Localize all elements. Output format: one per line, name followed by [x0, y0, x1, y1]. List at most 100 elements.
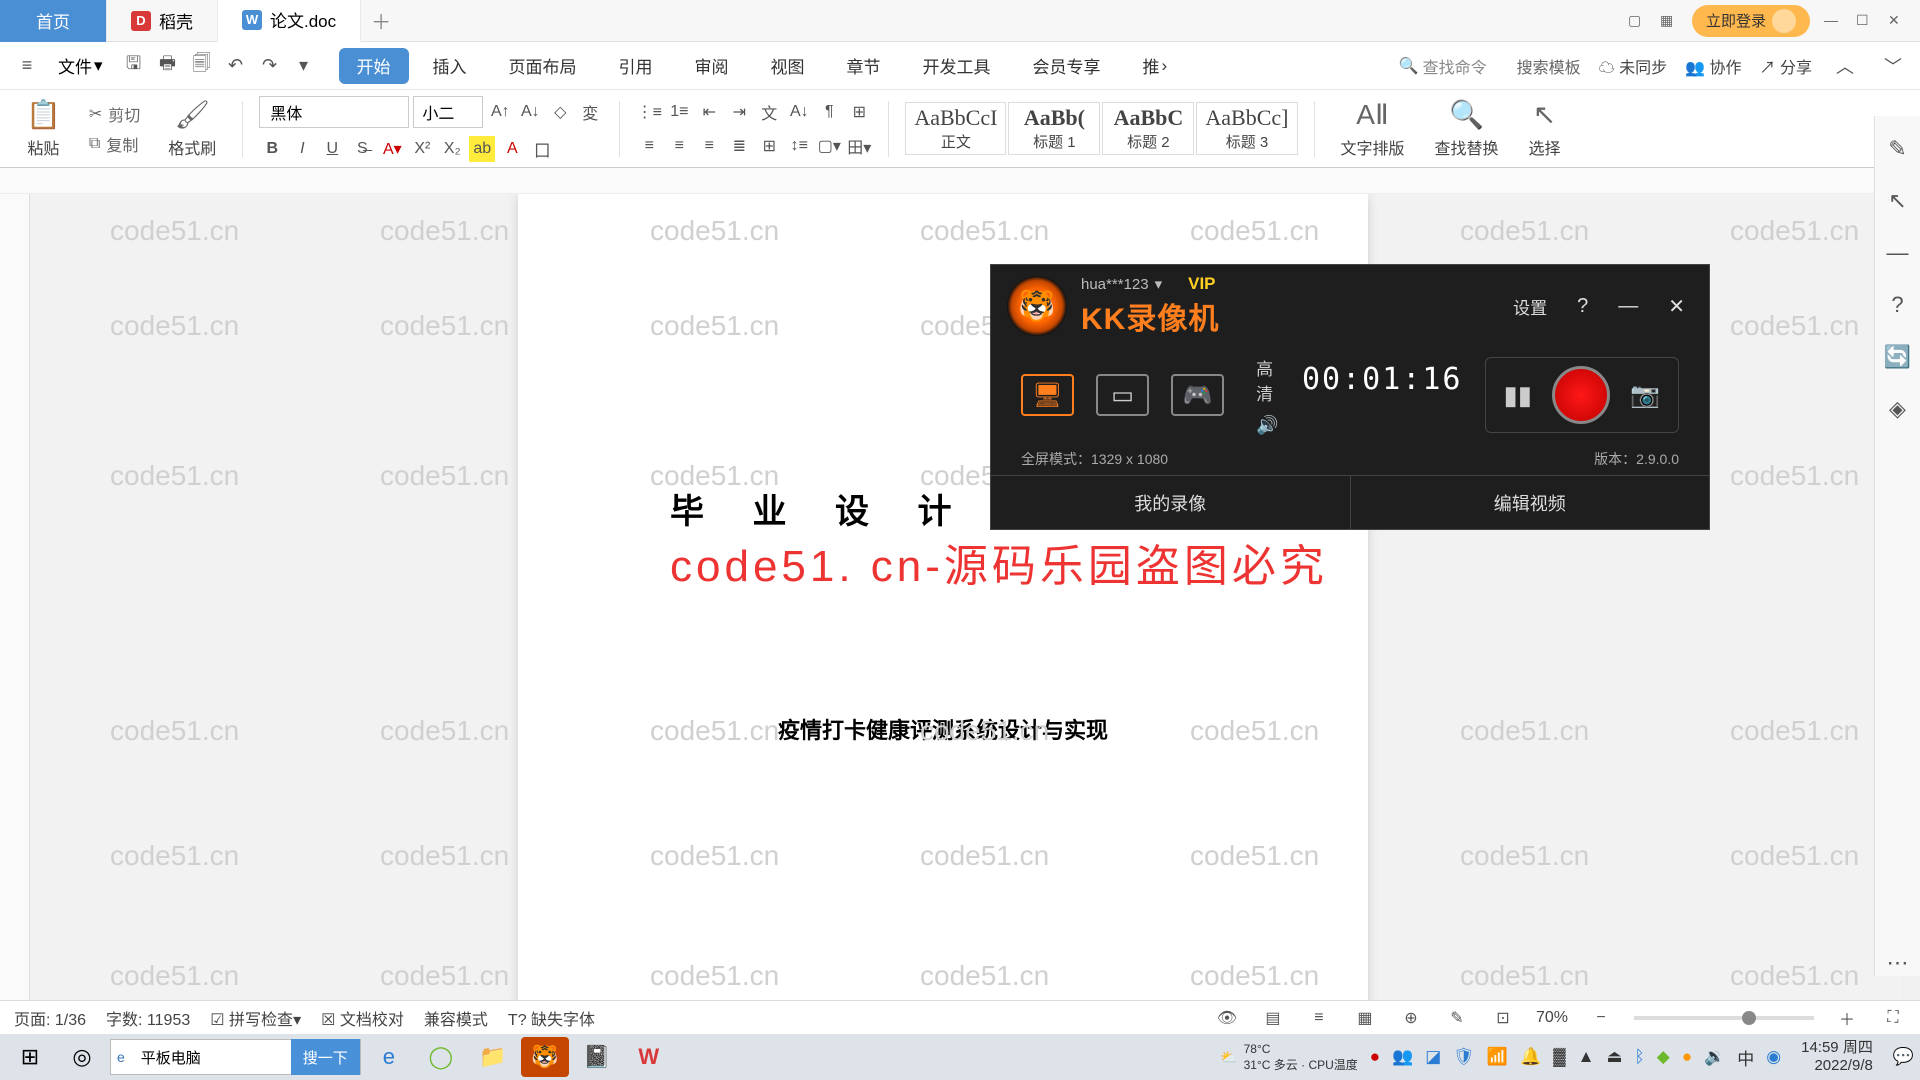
tray-wifi-icon[interactable]: 📶 — [1487, 1047, 1508, 1067]
layout-icon[interactable]: ▢ — [1628, 12, 1646, 30]
notepad-icon[interactable]: 📓 — [573, 1037, 621, 1077]
tab-home[interactable]: 首页 — [0, 0, 107, 42]
shrink-font-icon[interactable]: A↓ — [517, 99, 543, 125]
clear-format-icon[interactable]: ◇ — [547, 99, 573, 125]
subscript-button[interactable]: X₂ — [439, 136, 465, 162]
search-template[interactable]: 搜索模板 — [1505, 54, 1593, 78]
align-left-icon[interactable]: ≡ — [636, 133, 662, 159]
tray-icon[interactable]: ▓ — [1553, 1047, 1565, 1067]
justify-icon[interactable]: ≣ — [726, 133, 752, 159]
mtab-review[interactable]: 审阅 — [677, 48, 747, 84]
collapse-up-icon[interactable]: ︿ — [1830, 51, 1860, 81]
share-button[interactable]: ↗ 分享 — [1760, 54, 1812, 78]
tray-sound-icon[interactable]: 🔉 — [1704, 1047, 1725, 1067]
kk-titlebar[interactable]: 🐯 hua***123 ▾ VIP KK录像机 设置 ? — ✕ — [991, 265, 1709, 347]
style-normal[interactable]: AaBbCcI正文 — [905, 102, 1006, 155]
grid-icon[interactable]: ▦ — [1660, 12, 1678, 30]
mtab-layout[interactable]: 页面布局 — [491, 48, 595, 84]
cut-button[interactable]: ✂ 剪切 — [89, 102, 140, 126]
mtab-dev[interactable]: 开发工具 — [905, 48, 1009, 84]
kk-mode-game[interactable]: 🎮 — [1171, 374, 1224, 416]
select-button[interactable]: ↖选择 — [1519, 98, 1571, 159]
word-count[interactable]: 字数: 11953 — [106, 1006, 190, 1030]
tray-bluetooth-icon[interactable]: ᛒ — [1635, 1047, 1645, 1067]
bold-button[interactable]: B — [259, 136, 285, 162]
kk-minimize-icon[interactable]: — — [1610, 295, 1646, 318]
font-color-button[interactable]: A▾ — [379, 136, 405, 162]
kk-help-icon[interactable]: ? — [1569, 295, 1596, 318]
mtab-ref[interactable]: 引用 — [601, 48, 671, 84]
doc-proof[interactable]: ☒ 文档校对 — [321, 1006, 404, 1030]
style-h2[interactable]: AaBbC标题 2 — [1102, 102, 1194, 155]
tray-usb-icon[interactable]: ⏏ — [1606, 1047, 1622, 1067]
numbering-icon[interactable]: 1≡ — [666, 99, 692, 125]
kk-quality[interactable]: 高清 — [1256, 355, 1286, 405]
style-h1[interactable]: AaBb(标题 1 — [1008, 102, 1100, 155]
search-input[interactable] — [131, 1049, 291, 1066]
shading-icon[interactable]: ▢▾ — [816, 133, 842, 159]
action-center-icon[interactable]: 💬 — [1893, 1047, 1914, 1067]
bullets-icon[interactable]: ⋮≡ — [636, 99, 662, 125]
tray-icon[interactable]: ◉ — [1766, 1047, 1781, 1067]
location-tool-icon[interactable]: ◈ — [1889, 396, 1906, 422]
find-replace-button[interactable]: 🔍查找替换 — [1425, 98, 1509, 159]
kk-taskbar-icon[interactable]: 🐯 — [521, 1037, 569, 1077]
kk-close-icon[interactable]: ✕ — [1660, 294, 1693, 319]
minimize-icon[interactable]: — — [1824, 12, 1842, 30]
tab-doc[interactable]: W 论文.doc — [218, 0, 361, 42]
select-tool-icon[interactable]: ↖ — [1888, 188, 1906, 214]
tray-shield-icon[interactable]: 🛡 — [1453, 1047, 1475, 1067]
mtab-more[interactable]: 推 — [1125, 48, 1186, 84]
tray-icon[interactable]: ● — [1682, 1047, 1692, 1067]
annotate-icon[interactable]: ✎ — [1444, 1005, 1470, 1031]
italic-button[interactable]: I — [289, 136, 315, 162]
grow-font-icon[interactable]: A↑ — [487, 99, 513, 125]
align-center-icon[interactable]: ≡ — [666, 133, 692, 159]
search-command[interactable]: 🔍 查找命令 — [1387, 50, 1499, 82]
indent-icon[interactable]: ⇥ — [726, 99, 752, 125]
phonetic-icon[interactable]: 変 — [577, 99, 603, 125]
file-menu[interactable]: 文件 ▾ — [48, 53, 113, 78]
start-button[interactable]: ⊞ — [6, 1037, 54, 1077]
redo-icon[interactable]: ↷ — [255, 51, 285, 81]
copy-button[interactable]: ⧉ 复制 — [89, 132, 140, 156]
login-button[interactable]: 立即登录 — [1692, 5, 1810, 37]
paste-button[interactable]: 📋粘贴 — [16, 98, 71, 159]
kk-edit-video[interactable]: 编辑视频 — [1351, 476, 1710, 529]
spell-check[interactable]: ☑ 拼写检查▾ — [210, 1006, 301, 1030]
pen-tool-icon[interactable]: ✎ — [1888, 136, 1906, 162]
kk-settings[interactable]: 设置 — [1505, 294, 1555, 319]
page-count[interactable]: 页面: 1/36 — [14, 1006, 86, 1030]
maximize-icon[interactable]: ☐ — [1856, 12, 1874, 30]
outdent-icon[interactable]: ⇤ — [696, 99, 722, 125]
fullscreen-icon[interactable]: ⛶ — [1880, 1005, 1906, 1031]
qat-more-icon[interactable]: ▾ — [289, 51, 319, 81]
taskbar-search[interactable]: e 搜一下 — [110, 1039, 361, 1075]
outline-view-icon[interactable]: ≡ — [1306, 1005, 1332, 1031]
tray-icon[interactable]: ◆ — [1657, 1047, 1670, 1067]
kk-screenshot-button[interactable]: 📷 — [1630, 381, 1660, 410]
mtab-view[interactable]: 视图 — [753, 48, 823, 84]
copilot-icon[interactable]: ◎ — [58, 1037, 106, 1077]
kk-record-button[interactable] — [1552, 366, 1610, 424]
help-tool-icon[interactable]: ? — [1891, 292, 1903, 318]
read-view-icon[interactable]: ⊕ — [1398, 1005, 1424, 1031]
kk-recorder-window[interactable]: 🐯 hua***123 ▾ VIP KK录像机 设置 ? — ✕ 🖥 ▭ 🎮 高… — [990, 264, 1710, 530]
style-h3[interactable]: AaBbCc]标题 3 — [1196, 102, 1297, 155]
format-painter[interactable]: 🖌格式刷 — [158, 98, 226, 159]
text-color-button[interactable]: A — [499, 136, 525, 162]
wps-icon[interactable]: W — [625, 1037, 673, 1077]
tray-icon[interactable]: ▲ — [1578, 1047, 1595, 1067]
search-go-button[interactable]: 搜一下 — [291, 1039, 360, 1075]
missing-font[interactable]: T? 缺失字体 — [508, 1006, 595, 1030]
borders-icon[interactable]: 田▾ — [846, 133, 872, 159]
tray-notify-icon[interactable]: 🔔 — [1520, 1047, 1541, 1067]
ie-button[interactable]: e — [365, 1037, 413, 1077]
save-icon[interactable]: 🖫 — [119, 51, 149, 81]
highlight-button[interactable]: ab — [469, 136, 495, 162]
tabs-icon[interactable]: ⊞ — [846, 99, 872, 125]
kk-mode-fullscreen[interactable]: 🖥 — [1021, 374, 1074, 416]
text-layout-button[interactable]: AⅡ文字排版 — [1331, 98, 1415, 159]
zoom-slider[interactable] — [1634, 1016, 1814, 1020]
undo-icon[interactable]: ↶ — [221, 51, 251, 81]
